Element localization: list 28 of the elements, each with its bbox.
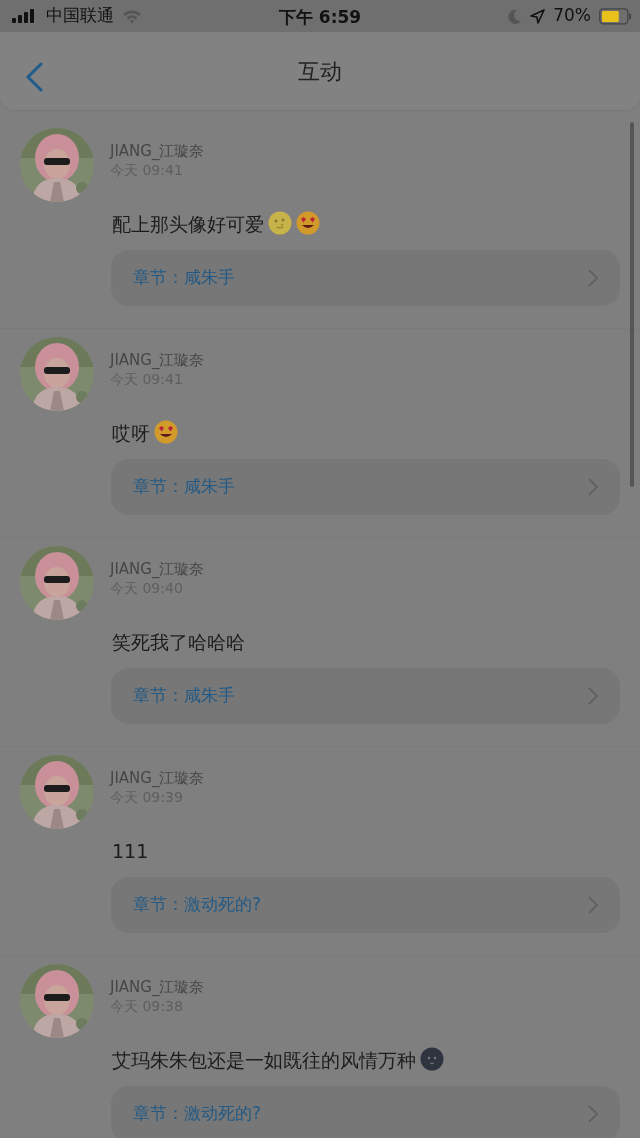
user-name[interactable]: JIANG_江璇奈 <box>110 351 205 370</box>
back-icon[interactable] <box>24 62 44 92</box>
chapter-link[interactable]: 章节：激动死的? <box>111 1086 620 1138</box>
comment-text: 111 <box>112 839 150 864</box>
user-name[interactable]: JIANG_江璇奈 <box>110 978 205 997</box>
battery-percent: 70% <box>553 4 591 28</box>
comment-text: 哎呀 <box>112 419 620 449</box>
heart-eyes-emoji-icon <box>154 420 178 444</box>
wifi-icon <box>122 8 142 24</box>
comment-text: 笑死我了哈哈哈 <box>112 630 246 655</box>
user-name[interactable]: JIANG_江璇奈 <box>110 142 205 161</box>
moon-face-emoji-icon <box>268 211 292 235</box>
status-time: 下午 6:59 <box>278 6 362 29</box>
moon-icon <box>508 8 523 24</box>
user-name[interactable]: JIANG_江璇奈 <box>110 560 205 579</box>
battery-icon <box>599 7 632 25</box>
dark-moon-face-emoji-icon <box>420 1047 444 1071</box>
carrier-name: 中国联通 <box>46 4 114 28</box>
chapter-link[interactable]: 章节：咸朱手 <box>111 459 620 515</box>
page-title: 互动 <box>298 57 342 86</box>
comment-text: 配上那头像好可爱 <box>112 210 620 240</box>
chapter-link[interactable]: 章节：激动死的? <box>111 877 620 933</box>
heart-eyes-emoji-icon <box>296 211 320 235</box>
chapter-link[interactable]: 章节：咸朱手 <box>111 250 620 306</box>
comment-text: 艾玛朱朱包还是一如既往的风情万种 <box>112 1046 620 1076</box>
chapter-link[interactable]: 章节：咸朱手 <box>111 668 620 724</box>
user-name[interactable]: JIANG_江璇奈 <box>110 769 205 788</box>
location-arrow-icon <box>530 8 546 24</box>
